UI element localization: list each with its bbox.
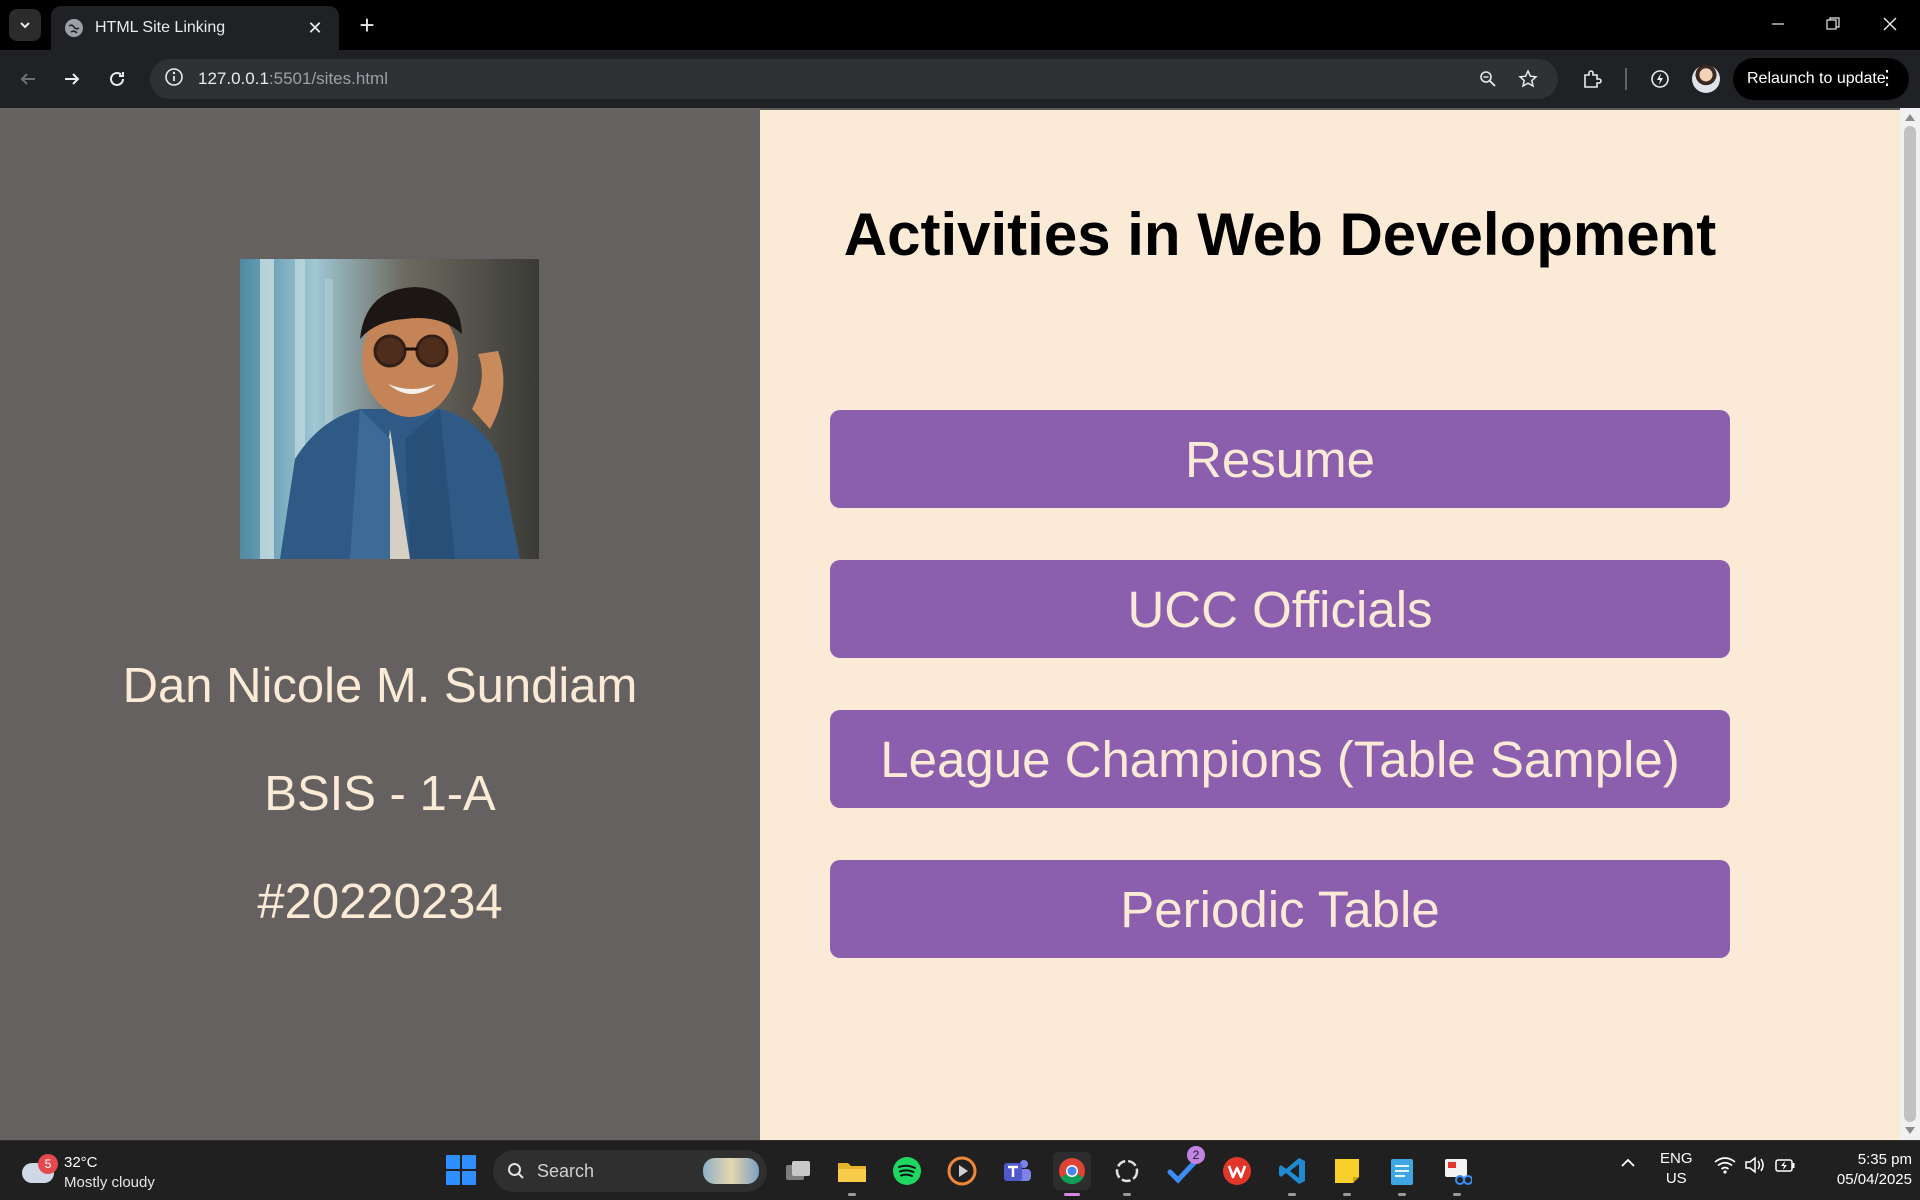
- bookmark-star-icon[interactable]: [1512, 63, 1544, 95]
- site-info-icon[interactable]: [164, 67, 184, 92]
- vscode-icon[interactable]: [1273, 1152, 1311, 1196]
- relaunch-button[interactable]: Relaunch to update ⋮: [1733, 58, 1909, 100]
- more-options-icon[interactable]: ⋮: [1877, 67, 1897, 89]
- url-text[interactable]: 127.0.0.1:5501/sites.html: [198, 69, 1464, 89]
- reload-icon[interactable]: [101, 63, 133, 95]
- profile-panel: Dan Nicole M. Sundiam BSIS - 1-A #202202…: [0, 108, 760, 1140]
- close-tab-icon[interactable]: ✕: [305, 18, 325, 39]
- wps-office-icon[interactable]: [1218, 1152, 1256, 1190]
- profile-photo: [240, 259, 539, 559]
- relaunch-label: Relaunch to update: [1747, 70, 1886, 87]
- browser-tab[interactable]: HTML Site Linking ✕: [51, 6, 339, 50]
- system-clock[interactable]: 5:35 pm 05/04/2025: [1802, 1150, 1912, 1190]
- ucc-officials-link-button[interactable]: UCC Officials: [830, 560, 1730, 658]
- chrome-icon[interactable]: [1053, 1152, 1091, 1196]
- weather-temperature: 32°C: [64, 1154, 98, 1171]
- back-arrow-icon[interactable]: [12, 63, 44, 95]
- spotify-icon[interactable]: [888, 1152, 926, 1190]
- running-indicator: [1123, 1193, 1131, 1196]
- teams-icon[interactable]: [998, 1152, 1036, 1190]
- scroll-down-arrow-icon[interactable]: [1905, 1127, 1915, 1134]
- search-placeholder: Search: [537, 1160, 595, 1181]
- todo-badge: 2: [1187, 1146, 1205, 1164]
- extensions-icon[interactable]: [1576, 63, 1608, 95]
- battery-charging-icon[interactable]: [1774, 1156, 1796, 1178]
- student-section: BSIS - 1-A: [264, 767, 496, 821]
- sticky-notes-icon[interactable]: [1328, 1152, 1366, 1196]
- search-highlight-image: [703, 1158, 759, 1184]
- windows-taskbar: 5 32°C Mostly cloudy Search 2 ENG US 5:3…: [0, 1140, 1920, 1200]
- wifi-icon[interactable]: [1714, 1156, 1736, 1178]
- weather-widget[interactable]: 5 32°C Mostly cloudy: [20, 1149, 180, 1193]
- student-name: Dan Nicole M. Sundiam: [122, 659, 638, 713]
- forward-arrow-icon[interactable]: [56, 63, 88, 95]
- page-scrollbar[interactable]: [1900, 108, 1920, 1140]
- restore-icon[interactable]: [1813, 8, 1853, 40]
- running-indicator: [848, 1193, 856, 1196]
- show-hidden-icons-chevron-icon[interactable]: [1620, 1155, 1636, 1175]
- profile-avatar[interactable]: [1692, 65, 1720, 93]
- activities-panel: Activities in Web Development Resume UCC…: [760, 108, 1900, 1140]
- region-code: US: [1665, 1170, 1687, 1187]
- student-number: #20220234: [257, 875, 503, 929]
- language-code: ENG: [1660, 1150, 1693, 1167]
- tab-search-button[interactable]: [9, 9, 41, 41]
- browser-tab-bar: HTML Site Linking ✕ +: [0, 0, 1920, 50]
- notepad-icon[interactable]: [1383, 1152, 1421, 1196]
- snipping-tool-icon[interactable]: [1438, 1152, 1476, 1196]
- close-window-icon[interactable]: [1870, 8, 1910, 40]
- league-champions-link-button[interactable]: League Champions (Table Sample): [830, 710, 1730, 808]
- volume-icon[interactable]: [1744, 1156, 1766, 1178]
- language-indicator[interactable]: ENG US: [1660, 1149, 1693, 1189]
- minimize-icon[interactable]: [1758, 8, 1798, 40]
- toolbar-divider: [1625, 68, 1627, 90]
- running-indicator: [1453, 1193, 1461, 1196]
- chevron-down-icon: [20, 22, 30, 29]
- file-explorer-icon[interactable]: [833, 1152, 871, 1196]
- task-view-icon[interactable]: [779, 1152, 817, 1190]
- url-host: 127.0.0.1: [198, 69, 269, 88]
- browser-toolbar: 127.0.0.1:5501/sites.html Relaunch to up…: [0, 50, 1920, 108]
- address-bar[interactable]: 127.0.0.1:5501/sites.html: [150, 59, 1558, 99]
- running-indicator: [1343, 1193, 1351, 1196]
- globe-icon: [65, 19, 83, 37]
- new-tab-button[interactable]: +: [352, 10, 382, 40]
- running-indicator: [1288, 1193, 1296, 1196]
- zoom-icon[interactable]: [1472, 63, 1504, 95]
- clock-time: 5:35 pm: [1857, 1151, 1912, 1168]
- url-path: :5501/sites.html: [268, 69, 388, 88]
- weather-description: Mostly cloudy: [64, 1174, 155, 1191]
- periodic-table-link-button[interactable]: Periodic Table: [830, 860, 1730, 958]
- performance-icon[interactable]: [1644, 63, 1676, 95]
- scrollbar-thumb[interactable]: [1904, 126, 1916, 1122]
- media-player-icon[interactable]: [943, 1152, 981, 1190]
- openai-icon[interactable]: [1108, 1152, 1146, 1196]
- clock-date: 05/04/2025: [1836, 1171, 1912, 1188]
- running-indicator: [1398, 1193, 1406, 1196]
- scroll-up-arrow-icon[interactable]: [1905, 114, 1915, 121]
- weather-badge: 5: [38, 1154, 58, 1174]
- page-viewport: Dan Nicole M. Sundiam BSIS - 1-A #202202…: [0, 108, 1920, 1140]
- search-icon: [508, 1163, 524, 1179]
- resume-link-button[interactable]: Resume: [830, 410, 1730, 508]
- todo-icon[interactable]: 2: [1163, 1146, 1205, 1190]
- taskbar-search-box[interactable]: Search: [493, 1150, 767, 1192]
- tab-title: HTML Site Linking: [95, 19, 226, 36]
- windows-start-icon[interactable]: [446, 1155, 476, 1185]
- page-title: Activities in Web Development: [843, 201, 1717, 268]
- active-indicator: [1064, 1193, 1080, 1196]
